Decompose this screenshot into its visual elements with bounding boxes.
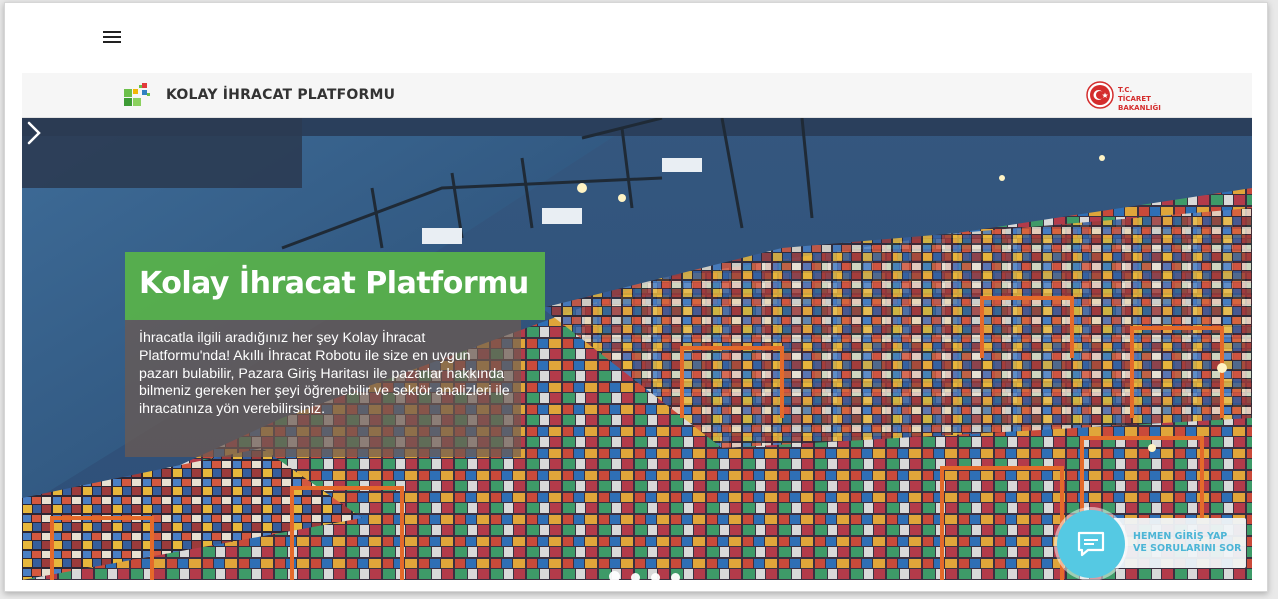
chat-label-box[interactable]: HEMEN GİRİŞ YAP VE SORULARINI SOR (1113, 518, 1246, 568)
chat-label[interactable]: HEMEN GİRİŞ YAP VE SORULARINI SOR (1133, 531, 1245, 555)
chat-label-line-2: VE SORULARINI SOR (1133, 543, 1242, 554)
ministry-line-2: BAKANLIĞI (1118, 104, 1161, 112)
chat-widget[interactable]: HEMEN GİRİŞ YAP VE SORULARINI SOR (1057, 510, 1252, 580)
ministry-seal-icon (1086, 81, 1114, 109)
slide-dot-1[interactable] (609, 571, 620, 580)
brand-name[interactable]: KOLAY İHRACAT PLATFORMU (166, 87, 395, 103)
ministry-text: T.C. TİCARET BAKANLIĞI (1118, 86, 1166, 113)
ministry-line-1: T.C. TİCARET (1118, 86, 1151, 103)
slide-dot-3[interactable] (651, 573, 661, 580)
kip-logo-icon[interactable] (122, 81, 152, 111)
chevron-right-icon[interactable] (22, 118, 46, 148)
page-frame: KOLAY İHRACAT PLATFORMU T.C. TİCARET BAK… (4, 2, 1268, 592)
hero-description-box: İhracatla ilgili aradığınız her şey Kola… (125, 320, 521, 457)
hamburger-icon[interactable] (103, 31, 123, 47)
hero-slider: Kolay İhracat Platformu İhracatla ilgili… (22, 118, 1252, 580)
chat-label-line-1: HEMEN GİRİŞ YAP (1133, 531, 1228, 542)
slide-dot-4[interactable] (671, 573, 681, 580)
chat-button[interactable] (1057, 510, 1125, 578)
hero-title: Kolay İhracat Platformu (139, 266, 529, 301)
brand-bar: KOLAY İHRACAT PLATFORMU T.C. TİCARET BAK… (22, 73, 1252, 118)
ministry-logo[interactable]: T.C. TİCARET BAKANLIĞI (1086, 81, 1166, 113)
hero-description: İhracatla ilgili aradığınız her şey Kola… (139, 330, 510, 418)
slider-pagination (609, 567, 686, 580)
hero-title-box: Kolay İhracat Platformu (125, 252, 545, 320)
chat-icon (1077, 531, 1105, 557)
slide-dot-2[interactable] (631, 573, 641, 580)
